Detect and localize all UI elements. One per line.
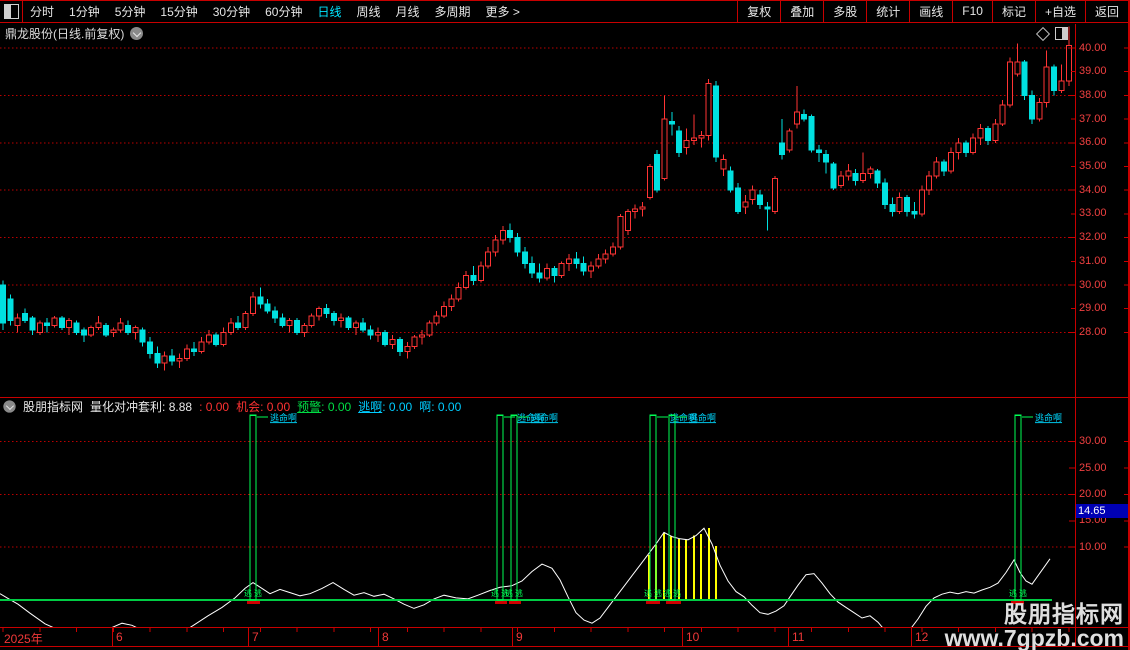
main-y-tick-2: 38.00 [1079, 88, 1107, 101]
main-y-tick-8: 32.00 [1079, 231, 1107, 244]
main-y-tick-12: 28.00 [1079, 325, 1107, 338]
indicator-pane-chart[interactable]: 逃命啊逃 逃逃命啊逃 逃逃命啊逃 逃逃命啊逃 逃逃命啊逃 逃逃命啊逃逃 [0, 398, 1073, 627]
x-axis-month-1: 7 [252, 630, 259, 644]
svg-text:逃: 逃 [663, 588, 671, 598]
main-y-tick-11: 29.00 [1079, 302, 1107, 315]
svg-text:逃: 逃 [505, 588, 513, 598]
svg-text:逃: 逃 [1009, 588, 1017, 598]
indicator-output-6: 啊: 0.00 [419, 400, 462, 414]
toolbar-action-8[interactable]: 返回 [1084, 0, 1128, 22]
period-tab-3[interactable]: 15分钟 [160, 3, 197, 20]
x-axis-month-2: 8 [382, 630, 389, 644]
period-tab-9[interactable]: 多周期 [435, 3, 471, 20]
period-tab-2[interactable]: 5分钟 [115, 3, 146, 20]
main-y-tick-4: 36.00 [1079, 136, 1107, 149]
toolbar-action-3[interactable]: 统计 [866, 0, 909, 22]
main-y-tick-7: 33.00 [1079, 207, 1107, 220]
spike-label: 逃命啊 [689, 412, 716, 423]
main-candlestick-chart[interactable] [0, 24, 1073, 398]
x-axis-month-5: 11 [792, 630, 805, 644]
spike-label: 逃命啊 [531, 412, 558, 423]
period-tab-7[interactable]: 周线 [356, 3, 380, 20]
toolbar-actions: 复权 叠加 多股 统计 画线 F10 标记 +自选 返回 [737, 0, 1128, 22]
top-toolbar: 分时 1分钟 5分钟 15分钟 30分钟 60分钟 日线 周线 月线 多周期 更多 > 复权 叠加 多股… [0, 0, 1130, 22]
period-tab-4[interactable]: 30分钟 [213, 3, 250, 20]
main-y-tick-0: 40.00 [1079, 41, 1107, 54]
indicator-output-2: : 0.00 [199, 399, 230, 414]
toolbar-action-1[interactable]: 叠加 [780, 0, 823, 22]
main-y-tick-6: 34.00 [1079, 183, 1107, 196]
x-axis-year-label: 2025年 [4, 632, 43, 646]
period-tab-1[interactable]: 1分钟 [69, 3, 100, 20]
x-axis-month-0: 6 [116, 630, 123, 644]
toolbar-action-2[interactable]: 多股 [823, 0, 866, 22]
watermark-site-url: www.7gpzb.com [944, 625, 1124, 650]
indicator-output-1: 量化对冲套利: 8.88 [90, 400, 193, 414]
main-y-tick-10: 30.00 [1079, 278, 1107, 291]
period-tab-10[interactable]: 更多 > [486, 3, 520, 20]
toolbar-action-6[interactable]: 标记 [991, 0, 1035, 22]
period-tabs: 分时 1分钟 5分钟 15分钟 30分钟 60分钟 日线 周线 月线 多周期 更多 > [30, 0, 520, 22]
indicator-y-tick-2: 20.00 [1079, 487, 1107, 500]
indicator-y-tick-0: 30.00 [1079, 435, 1107, 448]
svg-text:逃: 逃 [1019, 588, 1027, 598]
x-axis-month-3: 9 [516, 630, 523, 644]
toolbar-action-7[interactable]: +自选 [1034, 0, 1085, 22]
svg-text:逃: 逃 [673, 588, 681, 598]
main-y-tick-9: 31.00 [1079, 254, 1107, 267]
main-y-tick-5: 35.00 [1079, 160, 1107, 172]
period-tab-0[interactable]: 分时 [30, 3, 54, 20]
toolbar-action-4[interactable]: 画线 [909, 0, 952, 22]
svg-text:逃: 逃 [644, 588, 652, 598]
x-axis-month-6: 12 [915, 630, 929, 644]
period-tab-5[interactable]: 60分钟 [265, 3, 302, 20]
sell-spike-5: 逃命啊逃逃 [1009, 412, 1062, 601]
period-tab-6[interactable]: 日线 [317, 3, 341, 20]
indicator-output-3: 机会: 0.00 [236, 400, 291, 414]
indicator-output-4[interactable]: 预警: 0.00 [297, 398, 351, 415]
main-y-tick-1: 39.00 [1079, 65, 1107, 78]
toolbar-action-5[interactable]: F10 [952, 0, 992, 22]
x-axis-month-4: 10 [686, 630, 700, 644]
last-value-badge: 14.65 [1076, 504, 1128, 518]
toolbar-action-0[interactable]: 复权 [737, 0, 780, 22]
svg-text:逃: 逃 [491, 588, 499, 598]
indicator-output-0: 股朋指标网 [23, 400, 84, 414]
period-tab-8[interactable]: 月线 [396, 3, 420, 20]
indicator-y-tick-1: 25.00 [1079, 461, 1107, 474]
sidebar-toggle-icon[interactable] [4, 4, 19, 19]
svg-text:逃: 逃 [515, 588, 523, 598]
main-y-tick-3: 37.00 [1079, 112, 1107, 125]
svg-text:逃: 逃 [654, 588, 662, 598]
indicator-header: 股朋指标网 量化对冲套利: 8.88 : 0.00 机会: 0.00 预警: 0.00 逃… [3, 399, 461, 414]
svg-text:逃: 逃 [254, 588, 262, 598]
svg-text:逃: 逃 [244, 588, 252, 598]
indicator-output-5[interactable]: 逃啊: 0.00 [358, 398, 412, 415]
collapse-icon[interactable] [3, 400, 16, 413]
sell-spike-0: 逃命啊逃逃 [244, 412, 297, 601]
spike-label: 逃命啊 [1035, 412, 1062, 423]
trading-app-window: 分时 1分钟 5分钟 15分钟 30分钟 60分钟 日线 周线 月线 多周期 更多 > 复权 叠加 多股… [0, 0, 1130, 650]
indicator-y-tick-4: 10.00 [1079, 540, 1107, 553]
